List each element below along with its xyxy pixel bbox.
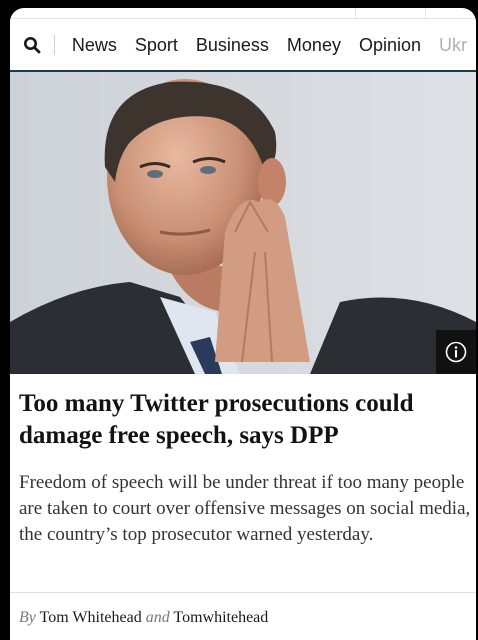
article-body: Too many Twitter prosecutions could dama… <box>19 376 471 548</box>
article-card: News Sport Business Money Opinion Ukr To… <box>10 8 476 640</box>
byline-and: and <box>145 609 170 626</box>
info-icon <box>445 341 467 363</box>
nav-item-money[interactable]: Money <box>278 20 350 70</box>
author-link-1[interactable]: Tom Whitehead <box>40 609 142 626</box>
top-strip <box>10 8 476 19</box>
portrait-photo <box>10 72 476 374</box>
nav-item-news[interactable]: News <box>63 20 126 70</box>
byline: By Tom Whitehead and Tomwhitehead <box>19 609 268 627</box>
byline-divider <box>10 592 476 593</box>
search-icon <box>23 37 41 54</box>
hero-image <box>10 72 476 374</box>
search-button[interactable] <box>10 20 54 70</box>
nav-item-ukraine[interactable]: Ukr <box>430 20 476 70</box>
author-link-2[interactable]: Tomwhitehead <box>173 609 268 626</box>
nav-divider <box>53 35 55 55</box>
nav-item-business[interactable]: Business <box>187 20 278 70</box>
nav-item-sport[interactable]: Sport <box>126 20 187 70</box>
image-info-button[interactable] <box>436 330 476 374</box>
section-nav: News Sport Business Money Opinion Ukr <box>10 20 476 72</box>
article-headline[interactable]: Too many Twitter prosecutions could dama… <box>19 376 471 452</box>
byline-by: By <box>19 609 36 626</box>
nav-item-opinion[interactable]: Opinion <box>350 20 430 70</box>
article-standfirst: Freedom of speech will be under threat i… <box>19 472 471 545</box>
